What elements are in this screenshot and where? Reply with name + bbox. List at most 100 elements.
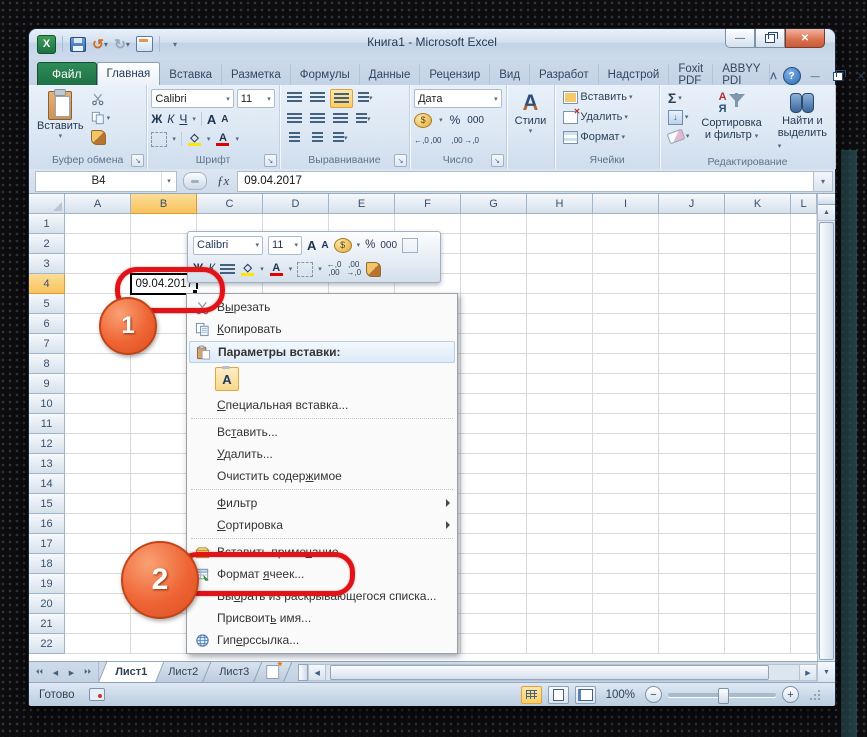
cell-L18[interactable]	[791, 554, 817, 574]
cell-J21[interactable]	[659, 614, 725, 634]
cell-I22[interactable]	[593, 634, 659, 654]
row-header-16[interactable]: 16	[29, 514, 65, 534]
cell-I12[interactable]	[593, 434, 659, 454]
cell-L13[interactable]	[791, 454, 817, 474]
cell-J19[interactable]	[659, 574, 725, 594]
cell-K14[interactable]	[725, 474, 791, 494]
cell-G14[interactable]	[461, 474, 527, 494]
column-header-J[interactable]: J	[659, 194, 725, 214]
cell-G15[interactable]	[461, 494, 527, 514]
cell-A17[interactable]	[65, 534, 131, 554]
cell-G17[interactable]	[461, 534, 527, 554]
cell-G6[interactable]	[461, 314, 527, 334]
cell-L16[interactable]	[791, 514, 817, 534]
tab-рецензир[interactable]: Рецензир	[420, 64, 490, 85]
row-header-21[interactable]: 21	[29, 614, 65, 634]
row-header-14[interactable]: 14	[29, 474, 65, 494]
cell-H13[interactable]	[527, 454, 593, 474]
cell-H8[interactable]	[527, 354, 593, 374]
cell-H1[interactable]	[527, 214, 593, 234]
cell-L9[interactable]	[791, 374, 817, 394]
cell-G2[interactable]	[461, 234, 527, 254]
mini-comma-button[interactable]: 000	[380, 240, 397, 251]
mini-borders-button[interactable]	[297, 262, 313, 277]
align-bottom-button[interactable]	[330, 89, 353, 108]
cell-L7[interactable]	[791, 334, 817, 354]
cell-J4[interactable]	[659, 274, 725, 294]
cell-I19[interactable]	[593, 574, 659, 594]
cell-J20[interactable]	[659, 594, 725, 614]
mini-merge-button[interactable]	[402, 238, 418, 253]
increase-decimal-button[interactable]: ←,0 ,00	[414, 137, 441, 145]
column-header-L[interactable]: L	[791, 194, 817, 214]
bold-button[interactable]: Ж	[151, 112, 162, 126]
cell-I8[interactable]	[593, 354, 659, 374]
column-header-G[interactable]: G	[461, 194, 527, 214]
cell-K13[interactable]	[725, 454, 791, 474]
cell-J3[interactable]	[659, 254, 725, 274]
cell-H14[interactable]	[527, 474, 593, 494]
select-all-corner[interactable]	[29, 194, 65, 214]
tab-главная[interactable]: Главная	[97, 62, 161, 85]
orientation-button[interactable]: ▾	[355, 89, 376, 106]
cell-H19[interactable]	[527, 574, 593, 594]
tab-file[interactable]: Файл	[37, 62, 97, 85]
row-header-19[interactable]: 19	[29, 574, 65, 594]
insert-function-button[interactable]	[183, 172, 207, 190]
cell-K7[interactable]	[725, 334, 791, 354]
cell-I21[interactable]	[593, 614, 659, 634]
merge-center-button[interactable]: ▾	[353, 110, 374, 127]
mini-shrink-font-button[interactable]: A	[321, 240, 328, 251]
align-center-button[interactable]	[307, 110, 328, 127]
cell-J2[interactable]	[659, 234, 725, 254]
cell-K3[interactable]	[725, 254, 791, 274]
vertical-scroll-thumb[interactable]	[819, 222, 834, 660]
insert-cells-button[interactable]: Вставить▾	[563, 89, 632, 105]
cell-A22[interactable]	[65, 634, 131, 654]
cell-J5[interactable]	[659, 294, 725, 314]
cell-H16[interactable]	[527, 514, 593, 534]
row-header-8[interactable]: 8	[29, 354, 65, 374]
cell-L20[interactable]	[791, 594, 817, 614]
name-box[interactable]: B4 ▾	[35, 171, 177, 192]
font-family-select[interactable]: Calibri▾	[151, 89, 233, 108]
tab-разметка[interactable]: Разметка	[222, 64, 291, 85]
align-left-button[interactable]	[284, 110, 305, 127]
column-header-H[interactable]: H	[527, 194, 593, 214]
tab-foxit-pdf[interactable]: Foxit PDF	[669, 64, 713, 85]
cell-G1[interactable]	[461, 214, 527, 234]
cell-I6[interactable]	[593, 314, 659, 334]
cell-I13[interactable]	[593, 454, 659, 474]
cell-H18[interactable]	[527, 554, 593, 574]
row-header-5[interactable]: 5	[29, 294, 65, 314]
cell-J14[interactable]	[659, 474, 725, 494]
menu-item-paste-option-values[interactable]: A	[189, 364, 455, 394]
cell-J18[interactable]	[659, 554, 725, 574]
cell-A20[interactable]	[65, 594, 131, 614]
cell-A16[interactable]	[65, 514, 131, 534]
cell-L21[interactable]	[791, 614, 817, 634]
align-right-button[interactable]	[330, 110, 351, 127]
menu-item-filter[interactable]: Фильтр	[189, 492, 455, 514]
row-header-4[interactable]: 4	[29, 274, 65, 294]
column-header-E[interactable]: E	[329, 194, 395, 214]
decrease-indent-button[interactable]	[284, 129, 305, 146]
cell-H4[interactable]	[527, 274, 593, 294]
mini-font-color-button[interactable]: А	[269, 262, 284, 276]
column-header-B[interactable]: B	[131, 194, 197, 214]
cell-K18[interactable]	[725, 554, 791, 574]
cell-G5[interactable]	[461, 294, 527, 314]
cell-A13[interactable]	[65, 454, 131, 474]
column-header-I[interactable]: I	[593, 194, 659, 214]
close-button[interactable]: ✕	[785, 29, 825, 48]
cell-J1[interactable]	[659, 214, 725, 234]
tab-вставка[interactable]: Вставка	[160, 64, 222, 85]
borders-button[interactable]	[151, 132, 167, 147]
row-header-17[interactable]: 17	[29, 534, 65, 554]
menu-item-paste-options[interactable]: Параметры вставки:	[189, 341, 455, 363]
scroll-right-icon[interactable]: ▶	[799, 664, 817, 681]
row-header-15[interactable]: 15	[29, 494, 65, 514]
horizontal-scroll-track[interactable]	[326, 664, 799, 681]
shrink-font-button[interactable]: А	[221, 114, 228, 125]
mini-increase-decimal-button[interactable]: ←,0,00	[327, 261, 342, 277]
